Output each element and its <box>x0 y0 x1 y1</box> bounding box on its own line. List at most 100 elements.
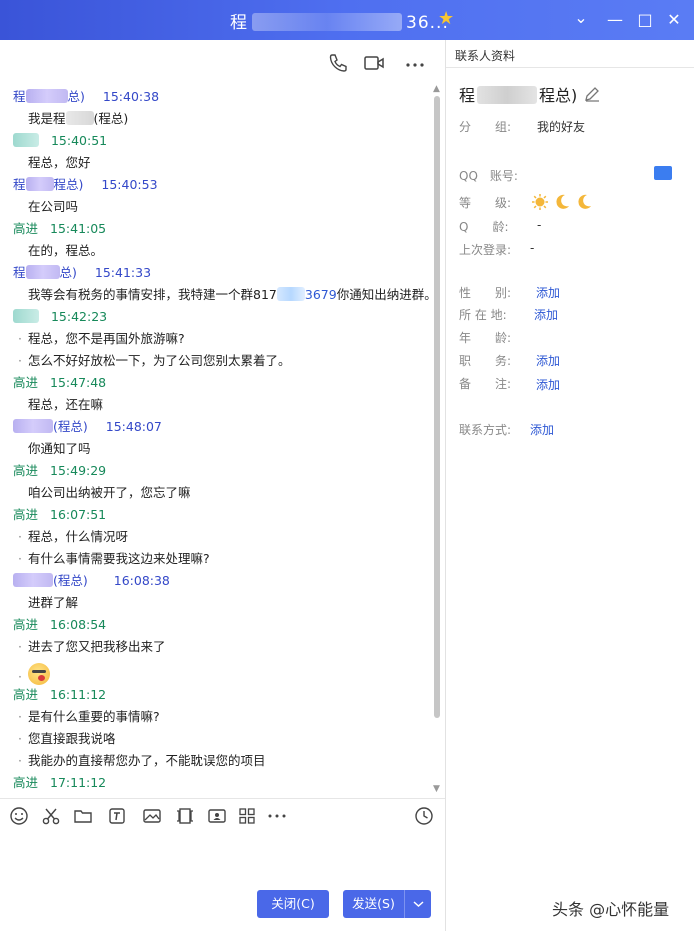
remark-label: 备 注: <box>459 377 512 391</box>
message-list: 程总) 15:40:38 我是程 (程总) 15:40:51 程总，您好 程程总)… <box>0 84 430 794</box>
message-header: 高进 17:11:12 <box>13 774 106 792</box>
sender-name: 高进 <box>13 221 39 236</box>
message-text: · 是有什么重要的事情嘛? <box>18 708 160 726</box>
sun-level-icon <box>532 194 548 210</box>
sender-name-suffix: (程总) <box>53 573 88 588</box>
bullet-dot: · <box>18 639 22 654</box>
message-header: (程总) 15:48:07 <box>13 418 162 436</box>
send-options-dropdown[interactable] <box>404 890 431 918</box>
message-text: 你通知了吗 <box>28 441 91 456</box>
moon-level-icon <box>556 194 569 209</box>
send-button[interactable]: 发送(S) <box>343 890 404 918</box>
message-text: 在的，程总。 <box>28 243 104 258</box>
message-time: 16:08:54 <box>50 617 107 632</box>
add-remark-link[interactable]: 添加 <box>536 376 560 393</box>
add-job-link[interactable]: 添加 <box>536 352 560 369</box>
redacted-name <box>65 111 94 125</box>
redacted-name <box>13 133 39 147</box>
scroll-thumb[interactable] <box>434 96 440 718</box>
message-time: 15:49:29 <box>50 463 107 478</box>
message-text-part: 你通知出纳进群。 <box>336 287 430 302</box>
more-icon[interactable] <box>267 806 287 826</box>
bullet-dot: · <box>18 551 22 566</box>
redacted-name <box>13 419 53 433</box>
close-button[interactable]: 关闭(C) <box>257 890 329 918</box>
folder-icon[interactable] <box>73 806 93 826</box>
last-login-label: 上次登录: <box>459 243 512 257</box>
apps-grid-icon[interactable] <box>237 806 257 826</box>
video-capture-icon[interactable] <box>175 806 195 826</box>
message-time: 15:42:23 <box>50 309 108 324</box>
message-text: · 我能办的直接帮您办了，不能耽误您的项目 <box>18 752 266 770</box>
message-text-part: 我等会有税务的事情安排，我特建一个群817 <box>28 287 277 302</box>
message-time: 16:08:38 <box>113 573 170 588</box>
close-window-button[interactable]: ✕ <box>664 10 684 30</box>
location-label: 所 在 地: <box>459 308 507 322</box>
message-text-part: 有什么事情需要我这边来处理嘛? <box>28 551 210 566</box>
sender-name: 程 <box>13 177 26 192</box>
message-header: (程总) 16:08:38 <box>13 572 170 590</box>
contact-card-icon[interactable] <box>654 166 672 180</box>
chevron-down-icon[interactable]: ⌄ <box>571 8 591 28</box>
group-number-link[interactable]: 3679 <box>305 287 337 302</box>
add-gender-link[interactable]: 添加 <box>536 284 560 301</box>
message-header: 程 总) 15:40:38 <box>13 88 159 106</box>
message-header: 高进 15:41:05 <box>13 220 106 238</box>
message-text: 在公司吗 <box>28 199 79 214</box>
group-value: 我的好友 <box>537 120 586 134</box>
image-icon[interactable] <box>142 806 162 826</box>
bullet-dot: · <box>18 753 22 768</box>
job-label: 职 务: <box>459 354 512 368</box>
contact-card-icon[interactable] <box>207 806 227 826</box>
last-login-value: - <box>530 241 535 255</box>
message-text: · 有什么事情需要我这边来处理嘛? <box>18 550 210 568</box>
sender-name: 高进 <box>13 507 39 522</box>
text-format-icon[interactable] <box>107 806 127 826</box>
scroll-up-arrow-icon[interactable]: ▲ <box>433 84 440 94</box>
message-header: 高进 15:47:48 <box>13 374 106 392</box>
qq-account-label: QQ 账号: <box>459 169 518 183</box>
message-header: 高进 16:11:12 <box>13 686 106 704</box>
message-text-part: 我能办的直接帮您办了，不能耽误您的项目 <box>28 753 266 768</box>
maximize-button[interactable]: □ <box>635 10 655 30</box>
message-time: 15:48:07 <box>105 419 162 434</box>
message-header: 高进 16:08:54 <box>13 616 106 634</box>
sender-name: 高进 <box>13 375 39 390</box>
more-icon[interactable] <box>404 52 426 74</box>
bullet-dot: · <box>18 529 22 544</box>
add-contact-method-link[interactable]: 添加 <box>530 421 554 438</box>
scissors-icon[interactable] <box>41 806 61 826</box>
add-location-link[interactable]: 添加 <box>534 306 558 323</box>
sender-name-suffix: 程总) <box>53 177 84 192</box>
message-scrollbar[interactable]: ▲ ▼ <box>433 84 441 794</box>
minimize-button[interactable]: — <box>605 10 625 30</box>
panel-divider <box>445 40 446 931</box>
window-title: 程 36... <box>230 8 449 33</box>
history-icon[interactable] <box>414 806 434 826</box>
group-label: 分 组: <box>459 120 512 134</box>
message-text-part: 进去了您又把我移出来了 <box>28 639 166 654</box>
emoji-face-icon <box>28 662 50 685</box>
message-text: 进群了解 <box>28 595 79 610</box>
scroll-down-arrow-icon[interactable]: ▼ <box>433 784 440 794</box>
sender-name: 程 <box>13 265 26 280</box>
message-text-part: 是有什么重要的事情嘛? <box>28 709 160 724</box>
message-text-part: 怎么不好好放松一下，为了公司您别太累着了。 <box>28 353 291 368</box>
message-time: 16:11:12 <box>50 687 107 702</box>
contact-name: 程 程总) <box>459 82 577 106</box>
message-time: 15:41:05 <box>50 221 107 236</box>
edit-pencil-icon[interactable] <box>583 85 601 103</box>
qq-age-value: - <box>537 218 542 232</box>
video-icon[interactable] <box>363 52 385 74</box>
message-time: 15:41:33 <box>94 265 152 280</box>
bullet-dot: · <box>18 709 22 724</box>
star-icon[interactable]: ★ <box>438 8 454 29</box>
phone-icon[interactable] <box>327 52 349 74</box>
sender-name-suffix: 总) <box>67 89 85 104</box>
tab-contact-profile[interactable]: 联系人资料 <box>446 40 694 68</box>
message-time: 15:47:48 <box>50 375 107 390</box>
redacted-name <box>477 86 538 104</box>
emoji-icon[interactable] <box>9 806 29 826</box>
moon-level-icon <box>578 194 591 209</box>
contact-name-suffix: 程总) <box>539 86 578 105</box>
